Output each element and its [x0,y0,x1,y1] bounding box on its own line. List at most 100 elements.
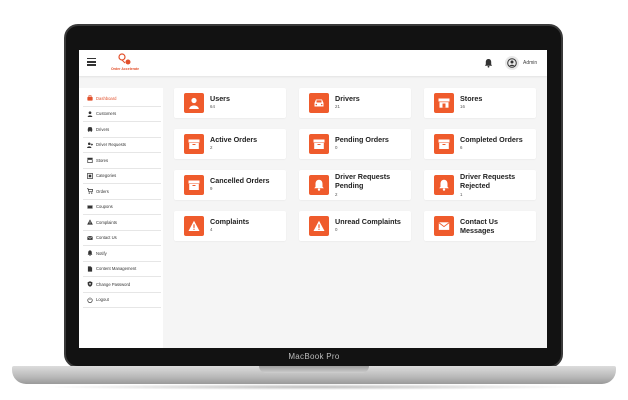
stat-card-drivers[interactable]: Drivers 21 [299,88,411,118]
card-title: Complaints [210,217,250,226]
car-icon [87,127,93,133]
user-icon [87,111,93,117]
stat-card-cancelled-orders[interactable]: Cancelled Orders 9 [174,170,286,200]
sidebar-item-stores[interactable]: Stores [83,153,161,169]
card-title: Driver Requests Rejected [460,172,516,190]
store-icon [438,98,450,108]
user-icon [189,97,199,109]
card-value: 6 [460,145,463,150]
card-value: 0 [335,145,338,150]
sidebar-item-content-management[interactable]: Content Management [83,262,161,277]
sidebar-item-label: Notify [96,250,107,256]
hamburger-menu-icon[interactable] [87,58,96,66]
laptop-shadow [40,384,588,390]
sidebar-item-label: Change Password [96,281,131,287]
card-title: Drivers [335,94,360,103]
device-label: MacBook Pro [288,352,340,361]
sidebar-item-label: Customers [96,111,117,117]
card-title: Cancelled Orders [210,176,270,185]
card-icon-box [434,134,454,154]
stat-card-active-orders[interactable]: Active Orders 2 [174,129,286,159]
card-value: 4 [210,227,213,232]
stat-card-stores[interactable]: Stores 16 [424,88,536,118]
card-icon-box [309,216,329,236]
stat-card-complaints[interactable]: Complaints 4 [174,211,286,241]
card-title: Pending Orders [335,135,389,144]
stat-card-unread-complaints[interactable]: Unread Complaints 0 [299,211,411,241]
document-icon [87,266,93,272]
user-name[interactable]: Admin [523,60,537,66]
notification-bell-icon[interactable] [484,58,493,68]
box-icon [188,180,200,190]
app-screen: Order Accelerate Admin Dashboard Custome… [79,50,547,348]
sidebar-item-coupons[interactable]: Coupons [83,200,161,215]
card-value: 64 [210,104,215,109]
card-title: Stores [460,94,483,103]
card-title: Driver Requests Pending [335,172,391,190]
sidebar-item-orders[interactable]: Orders [83,184,161,200]
sidebar-item-label: Dashboard [96,95,117,101]
user-plus-icon [87,142,93,148]
avatar[interactable] [505,56,519,70]
sidebar-item-label: Content Management [96,266,137,272]
stat-card-completed-orders[interactable]: Completed Orders 6 [424,129,536,159]
sidebar-item-label: Categories [96,173,117,179]
card-title: Unread Complaints [335,217,401,226]
logo-mark-icon [118,53,131,65]
box-icon [188,139,200,149]
card-icon-box [309,93,329,113]
card-value: 21 [335,104,340,109]
laptop-notch [259,366,369,373]
sidebar: Dashboard Customers Drivers Driver Reque… [79,88,163,348]
stat-card-driver-requests-rejected[interactable]: Driver Requests Rejected 1 [424,170,536,200]
card-value: 16 [460,104,465,109]
card-title: Completed Orders [460,135,523,144]
sidebar-item-label: Contact Us [96,235,117,241]
sidebar-item-label: Orders [96,188,109,194]
sidebar-item-notify[interactable]: Notify [83,246,161,262]
car-icon [314,99,324,107]
category-icon [87,172,93,179]
bell-icon [439,179,449,191]
sidebar-item-logout[interactable]: Logout [83,293,161,308]
sidebar-item-customers[interactable]: Customers [83,107,161,122]
card-icon-box [434,216,454,236]
card-icon-box [309,175,329,195]
sidebar-item-categories[interactable]: Categories [83,169,161,184]
card-value: 7 [460,227,463,232]
card-icon-box [184,175,204,195]
card-value: 9 [210,186,213,191]
card-icon-box [184,216,204,236]
sidebar-item-label: Drivers [96,126,110,132]
card-value: 0 [335,227,338,232]
card-icon-box [434,175,454,195]
card-value: 2 [335,192,338,197]
card-icon-box [184,93,204,113]
sidebar-item-dashboard[interactable]: Dashboard [83,91,161,107]
card-title: Active Orders [210,135,258,144]
power-icon [87,297,93,303]
sidebar-item-drivers[interactable]: Drivers [83,122,161,138]
stat-card-users[interactable]: Users 64 [174,88,286,118]
box-icon [438,139,450,149]
stat-card-driver-requests-pending[interactable]: Driver Requests Pending 2 [299,170,411,200]
sidebar-item-label: Driver Requests [96,142,127,148]
sidebar-item-complaints[interactable]: Complaints [83,215,161,231]
box-icon [313,139,325,149]
logo[interactable]: Order Accelerate [107,53,143,73]
sidebar-item-label: Logout [96,297,109,303]
stat-card-pending-orders[interactable]: Pending Orders 0 [299,129,411,159]
sidebar-item-label: Stores [96,157,109,163]
card-title: Users [210,94,230,103]
stat-card-contact-us-messages[interactable]: Contact Us Messages 7 [424,211,536,241]
sidebar-item-change-password[interactable]: Change Password [83,277,161,293]
envelope-icon [87,235,93,240]
sidebar-item-contact-us[interactable]: Contact Us [83,231,161,246]
card-icon-box [434,93,454,113]
card-value: 1 [460,192,463,197]
card-value: 2 [210,145,213,150]
sidebar-item-driver-requests[interactable]: Driver Requests [83,138,161,153]
top-bar: Order Accelerate Admin [79,50,547,76]
sidebar-item-label: Complaints [96,219,117,225]
shield-icon [87,281,93,288]
